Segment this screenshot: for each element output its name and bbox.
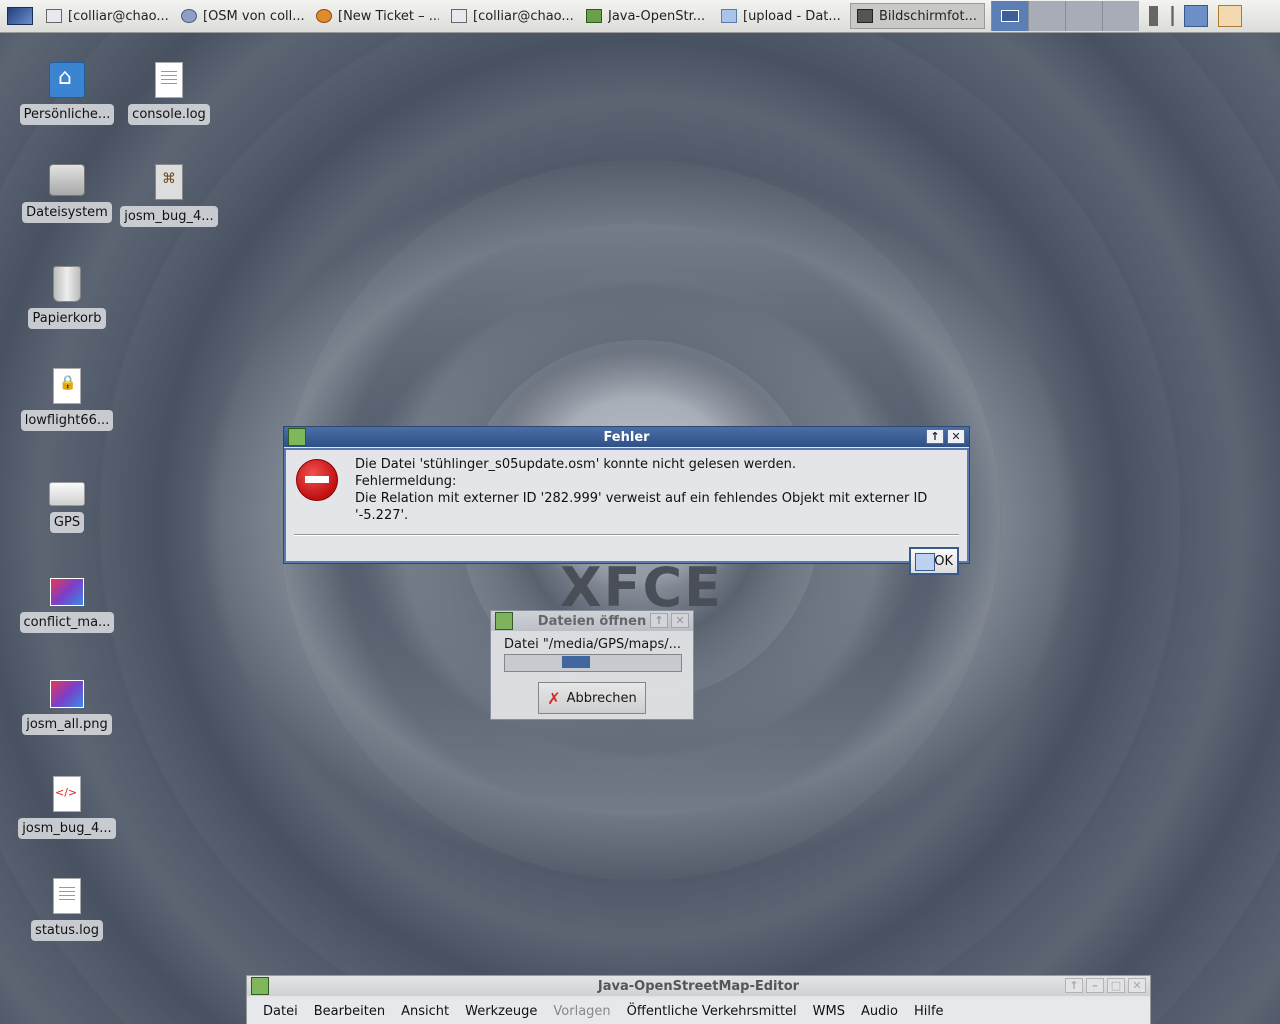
trash-icon	[53, 266, 81, 302]
josm-titlebar[interactable]: Java-OpenStreetMap-Editor ↑ – □ ✕	[247, 976, 1150, 996]
xfce-menu-icon	[7, 7, 33, 25]
error-dialog: Fehler ↑ ✕ Die Datei 'stühlinger_s05upda…	[283, 426, 970, 575]
ok-button[interactable]: OK	[909, 547, 959, 575]
josm-menubar: Datei Bearbeiten Ansicht Werkzeuge Vorla…	[247, 998, 1150, 1024]
josm-minimize-button[interactable]: –	[1086, 978, 1104, 993]
error-dialog-close-button[interactable]: ✕	[947, 429, 965, 444]
workspace-1[interactable]	[991, 1, 1028, 31]
desktop-icon-lowflight[interactable]: lowflight66...	[17, 368, 117, 431]
menu-oeffentliche-verkehrsmittel[interactable]: Öffentliche Verkehrsmittel	[619, 1004, 805, 1019]
error-stop-icon	[296, 459, 338, 501]
desktop-icon-josm-all-png[interactable]: josm_all.png	[17, 674, 117, 735]
desktop-icon-home[interactable]: Persönliche...	[17, 62, 117, 125]
josm-restore-button[interactable]: □	[1107, 978, 1125, 993]
window-thumbnail	[1001, 10, 1019, 22]
taskbar-item-terminal-1[interactable]: [colliar@chao...	[40, 3, 175, 29]
desktop-icon-josm-bug-xml[interactable]: josm_bug_4...	[17, 776, 117, 839]
terminal-icon	[451, 9, 467, 23]
open-dialog-close-button[interactable]: ✕	[671, 613, 689, 628]
menu-hilfe[interactable]: Hilfe	[906, 1004, 952, 1019]
speaker-icon[interactable]	[1149, 6, 1174, 26]
gear-icon	[181, 9, 197, 23]
menu-audio[interactable]: Audio	[853, 1004, 906, 1019]
desktop-icon-gps[interactable]: GPS	[17, 470, 117, 533]
open-dialog-titlebar[interactable]: Dateien öffnen ↑ ✕	[491, 611, 693, 631]
mail-icon[interactable]	[1218, 5, 1242, 27]
progress-indicator	[562, 656, 590, 668]
package-icon	[155, 164, 183, 200]
josm-main-window: Java-OpenStreetMap-Editor ↑ – □ ✕ Datei …	[246, 975, 1151, 1024]
camera-icon	[857, 9, 873, 23]
workspace-3[interactable]	[1065, 1, 1102, 31]
network-icon[interactable]	[1184, 5, 1208, 27]
josm-icon	[586, 9, 602, 23]
workspace-pager	[991, 1, 1139, 31]
desktop-icon-conflict-map[interactable]: conflict_ma...	[17, 572, 117, 633]
josm-close-button[interactable]: ✕	[1128, 978, 1146, 993]
locked-file-icon	[53, 368, 81, 404]
menu-vorlagen[interactable]: Vorlagen	[545, 1004, 618, 1019]
cancel-x-icon: ✗	[547, 688, 561, 708]
ok-button-label: OK	[934, 553, 953, 569]
taskbar-item-josm[interactable]: Java-OpenStr...	[580, 3, 715, 29]
folder-icon	[721, 9, 737, 23]
taskbar-item-osm[interactable]: [OSM von coll...	[175, 3, 310, 29]
home-folder-icon	[49, 62, 85, 98]
cancel-button[interactable]: ✗ Abbrechen	[538, 682, 646, 714]
error-dialog-body: Die Datei 'stühlinger_s05update.osm' kon…	[284, 448, 969, 575]
desktop-icon-trash[interactable]: Papierkorb	[17, 266, 117, 329]
cancel-button-label: Abbrechen	[566, 690, 637, 706]
enter-arrow-icon	[915, 553, 935, 571]
error-message-line-3: Die Relation mit externer ID '282.999' v…	[355, 491, 928, 523]
hard-disk-icon	[49, 164, 85, 196]
desktop-icon-status-log[interactable]: status.log	[17, 878, 117, 941]
workspace-2[interactable]	[1028, 1, 1065, 31]
error-dialog-maximize-button[interactable]: ↑	[926, 429, 944, 444]
xml-file-icon	[53, 776, 81, 812]
workspace-4[interactable]	[1102, 1, 1139, 31]
open-dialog-progress-bar	[504, 654, 682, 672]
error-message: Die Datei 'stühlinger_s05update.osm' kon…	[355, 456, 967, 524]
error-message-line-2: Fehlermeldung:	[355, 474, 457, 489]
text-file-icon	[155, 62, 183, 98]
text-file-icon	[53, 878, 81, 914]
desktop-icon-josm-bug-package[interactable]: josm_bug_4...	[119, 164, 219, 227]
menu-werkzeuge[interactable]: Werkzeuge	[457, 1004, 545, 1019]
open-dialog-file-label: Datei "/media/GPS/maps/...	[504, 637, 682, 652]
terminal-icon	[46, 9, 62, 23]
taskbar-item-screenshot[interactable]: Bildschirmfot...	[850, 3, 985, 29]
firefox-icon	[316, 9, 332, 23]
desktop-icon-filesystem[interactable]: Dateisystem	[17, 164, 117, 223]
system-tray	[1149, 5, 1242, 27]
menu-wms[interactable]: WMS	[805, 1004, 853, 1019]
josm-maximize-up-button[interactable]: ↑	[1065, 978, 1083, 993]
menu-bearbeiten[interactable]: Bearbeiten	[306, 1004, 393, 1019]
desktop-icon-console-log[interactable]: console.log	[119, 62, 219, 125]
image-file-icon	[50, 578, 84, 606]
open-files-dialog: Dateien öffnen ↑ ✕ Datei "/media/GPS/map…	[490, 610, 694, 720]
removable-drive-icon	[49, 482, 85, 506]
taskbar-item-terminal-2[interactable]: [colliar@chao...	[445, 3, 580, 29]
error-dialog-title: Fehler	[603, 429, 650, 445]
error-message-line-1: Die Datei 'stühlinger_s05update.osm' kon…	[355, 457, 796, 472]
error-dialog-titlebar[interactable]: Fehler ↑ ✕	[284, 427, 969, 447]
menu-ansicht[interactable]: Ansicht	[393, 1004, 457, 1019]
image-file-icon	[50, 680, 84, 708]
error-dialog-separator	[294, 534, 959, 536]
taskbar-item-upload[interactable]: [upload - Dat...	[715, 3, 850, 29]
applications-menu-button[interactable]	[0, 1, 40, 31]
open-dialog-maximize-button[interactable]: ↑	[650, 613, 668, 628]
taskbar: [colliar@chao... [OSM von coll... [New T…	[0, 0, 1280, 33]
menu-datei[interactable]: Datei	[255, 1004, 306, 1019]
taskbar-item-firefox[interactable]: [New Ticket – ...	[310, 3, 445, 29]
josm-window-title: Java-OpenStreetMap-Editor	[597, 978, 800, 994]
